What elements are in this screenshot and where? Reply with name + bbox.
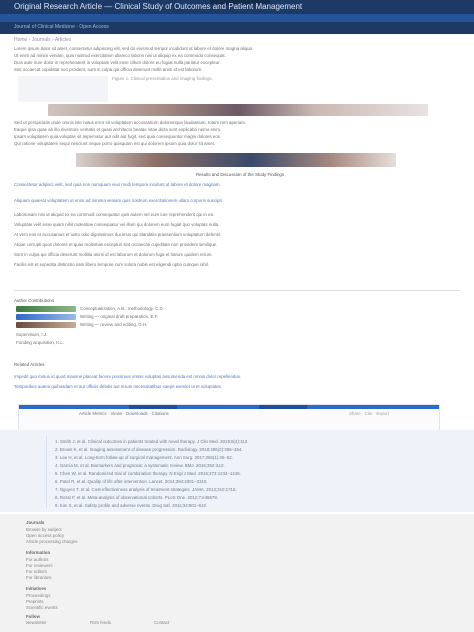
reference-item[interactable]: 1. Smith J, et al. Clinical outcomes in … — [55, 438, 453, 445]
reference-item[interactable]: 7. Nguyen T, et al. Cost-effectiveness a… — [55, 486, 453, 493]
author-line: Writing — review and editing, G.H. — [80, 322, 148, 327]
journal-subtitle: Journal of Clinical Medicine · Open Acce… — [14, 24, 109, 30]
breadcrumb[interactable]: Home › Journals › Articles — [14, 36, 454, 44]
footer-link[interactable]: RSS feeds — [90, 620, 150, 626]
related-heading: Related Articles — [14, 362, 45, 367]
footer-heading: Journals — [26, 520, 45, 525]
references-section: 1. Smith J, et al. Clinical outcomes in … — [0, 430, 474, 512]
metrics-actions[interactable]: Share · Cite · Export — [349, 411, 435, 416]
reference-item[interactable]: 8. Rossi F, et al. Meta-analysis of obse… — [55, 494, 453, 501]
footer-link[interactable]: For librarians — [26, 575, 286, 581]
divider — [14, 290, 460, 291]
footer-link[interactable]: Newsletter — [26, 620, 86, 626]
footer-link[interactable]: Scientific events — [26, 605, 286, 611]
reference-item[interactable]: 3. Lee H, et al. Long-term follow-up of … — [55, 454, 453, 461]
page-header: Original Research Article — Clinical Stu… — [0, 0, 474, 34]
body-line: Sed ut perspiciatis unde omnis iste natu… — [14, 120, 247, 125]
metrics-card-bar — [19, 405, 439, 409]
body-line[interactable]: Consectetur adipisci velit, sed quia non… — [14, 182, 454, 188]
body-line: Atque corrupti quos dolores et quas mole… — [14, 242, 218, 247]
footer-link[interactable]: Contact — [154, 620, 214, 626]
intro-line: Duis aute irure dolor in reprehenderit i… — [14, 60, 221, 65]
contrib-bar — [16, 306, 76, 312]
contrib-bar — [16, 322, 76, 328]
metrics-tab[interactable] — [129, 405, 177, 409]
section-heading: Results and Discussion of the Study Find… — [195, 172, 285, 177]
figure-image-2[interactable] — [76, 153, 396, 167]
references-list: 1. Smith J, et al. Clinical outcomes in … — [46, 436, 457, 508]
related-link[interactable]: Temporibus autem quibusdam et aut offici… — [14, 384, 460, 390]
page-footer: Journals Browse by subject Open access p… — [0, 514, 474, 632]
footer-link[interactable]: Article processing charges — [26, 539, 286, 545]
article-title: Original Research Article — Clinical Stu… — [14, 2, 303, 11]
body-line: Ipsam voluptatem quia voluptas sit asper… — [14, 134, 222, 139]
reference-item[interactable]: 9. Kim S, et al. Safety profile and adve… — [55, 502, 453, 509]
author-heading: Author Contributions — [14, 298, 55, 303]
body-line: Facilis est et expedita distinctio nam l… — [14, 262, 209, 267]
author-line: Funding acquisition, K.L. — [16, 340, 65, 345]
header-band — [0, 14, 474, 22]
body-line[interactable]: Aliquam quaerat voluptatem ut enim ad mi… — [14, 198, 454, 204]
reference-item[interactable]: 5. Chen W, et al. Randomized trial of co… — [55, 470, 453, 477]
footer-heading: Initiatives — [26, 586, 47, 591]
contrib-bar — [16, 314, 76, 320]
related-link[interactable]: Impedit quo minus id quod maxime placeat… — [14, 374, 460, 380]
intro-line: Sint occaecat cupidatat non proident, su… — [14, 67, 203, 72]
reference-item[interactable]: 2. Brown K, et al. Imaging assessment of… — [55, 446, 453, 453]
body-line: At vero eos et accusamus et iusto odio d… — [14, 232, 221, 237]
metrics-label: Article Metrics · Views · Downloads · Ci… — [79, 411, 169, 416]
metrics-card: Article Metrics · Views · Downloads · Ci… — [18, 404, 440, 432]
body-line: Sunt in culpa qui officia deserunt molli… — [14, 252, 213, 257]
author-line: Supervision, I.J. — [16, 332, 48, 337]
figure-thumbnail[interactable] — [18, 76, 108, 102]
footer-heading: Information — [26, 550, 51, 555]
metrics-tab[interactable] — [259, 405, 307, 409]
body-line: Voluptate velit esse quam nihil molestia… — [14, 222, 220, 227]
author-line: Conceptualization, A.B.; methodology, C.… — [80, 306, 164, 311]
reference-item[interactable]: 4. Garcia M, et al. Biomarkers and progn… — [55, 462, 453, 469]
intro-line: Ut enim ad minim veniam, quis nostrud ex… — [14, 53, 226, 58]
figure-image[interactable] — [48, 104, 428, 116]
author-line: Writing — original draft preparation, E.… — [80, 314, 159, 319]
body-line: Qui ratione voluptatem sequi nesciunt ne… — [14, 141, 216, 146]
intro-line: Lorem ipsum dolor sit amet, consectetur … — [14, 46, 254, 51]
body-line: Laboriosam nisi ut aliquid ex ea commodi… — [14, 212, 215, 217]
figure-caption: Figure 1. Clinical presentation and imag… — [112, 76, 213, 81]
body-line: Eaque ipsa quae ab illo inventore verita… — [14, 127, 222, 132]
reference-item[interactable]: 6. Patel R, et al. Quality of life after… — [55, 478, 453, 485]
